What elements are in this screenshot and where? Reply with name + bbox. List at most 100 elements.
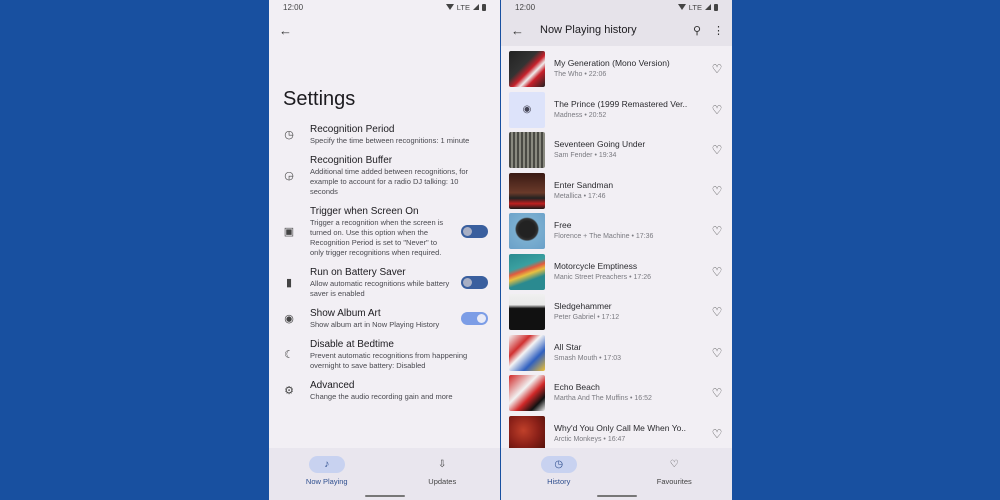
music-note-icon: ♪: [308, 456, 345, 473]
updates-icon: ⇩: [438, 459, 447, 470]
favourite-heart-icon[interactable]: ♡: [710, 143, 724, 157]
setting-title: Run on Battery Saver: [310, 267, 406, 278]
track-time: 17:36: [635, 233, 654, 241]
gear-icon: ⚙: [284, 385, 294, 397]
track-title: The Prince (1999 Remastered Ver..: [554, 98, 688, 109]
setting-description: Prevent automatic recognitions from happ…: [310, 351, 468, 370]
favourite-heart-icon[interactable]: ♡: [710, 184, 724, 198]
favourite-heart-icon[interactable]: ♡: [710, 62, 724, 76]
track-list-item[interactable]: Seventeen Going Under Sam Fender • 19:34…: [501, 130, 732, 171]
battery-status-icon: [482, 3, 486, 11]
favourite-heart-icon[interactable]: ♡: [710, 386, 724, 400]
track-subtitle: Peter Gabriel • 17:12: [554, 314, 620, 322]
track-time: 17:12: [601, 314, 620, 322]
track-time: 17:26: [633, 273, 652, 281]
track-subtitle: Arctic Monkeys • 16:47: [554, 435, 626, 443]
track-list-item[interactable]: Free Florence + The Machine • 17:36 ♡: [501, 211, 732, 252]
setting-recognition-period[interactable]: ◷ Recognition Period Specify the time be…: [269, 123, 500, 146]
nav-item-updates[interactable]: ⇩ Updates: [385, 448, 501, 500]
nav-item-now-playing[interactable]: ♪ Now Playing: [269, 448, 385, 500]
track-artist: Smash Mouth: [554, 354, 598, 362]
album-art: [509, 375, 545, 412]
album-art: [509, 51, 545, 88]
track-list-item[interactable]: ◉ The Prince (1999 Remastered Ver.. Madn…: [501, 90, 732, 131]
favourite-heart-icon[interactable]: ♡: [710, 265, 724, 279]
nav-item-favourites[interactable]: ♡ Favourites: [617, 448, 733, 500]
track-list-item[interactable]: Sledgehammer Peter Gabriel • 17:12 ♡: [501, 292, 732, 333]
track-artist: Manic Street Preachers: [554, 273, 628, 281]
search-icon[interactable]: ⚲: [693, 24, 701, 37]
track-subtitle: Metallica • 17:46: [554, 192, 606, 200]
clock-plus-icon: ◶: [284, 170, 294, 182]
screen-icon: ▣: [283, 226, 295, 238]
track-time: 16:47: [607, 435, 626, 443]
nav-label: Favourites: [656, 477, 692, 486]
more-options-icon[interactable]: ⋮: [713, 24, 724, 37]
moon-icon: ☾: [284, 349, 294, 361]
setting-title: Recognition Buffer: [310, 155, 393, 166]
wifi-icon: [677, 4, 686, 10]
toggle-switch[interactable]: [461, 225, 488, 238]
track-time: 19:34: [598, 152, 617, 160]
track-title: Why'd You Only Call Me When Yo..: [554, 422, 687, 433]
favourite-heart-icon[interactable]: ♡: [710, 224, 724, 238]
toggle-switch[interactable]: [461, 312, 488, 325]
track-time: 20:52: [588, 111, 607, 119]
history-icon: ◷: [540, 456, 577, 473]
track-title: Seventeen Going Under: [554, 139, 646, 150]
heart-outline-icon: ♡: [669, 459, 679, 470]
favourite-heart-icon[interactable]: ♡: [710, 103, 724, 117]
home-indicator[interactable]: [596, 495, 637, 497]
track-list-item[interactable]: All Star Smash Mouth • 17:03 ♡: [501, 333, 732, 374]
setting-description: Change the audio recording gain and more: [310, 392, 453, 401]
track-subtitle: Sam Fender • 19:34: [554, 152, 617, 160]
nav-label: History: [547, 477, 571, 486]
app-bar: ← Now Playing history ⚲ ⋮: [501, 14, 732, 46]
track-subtitle: The Who • 22:06: [554, 71, 607, 79]
setting-description: Additional time added between recognitio…: [310, 167, 469, 196]
toggle-switch[interactable]: [461, 276, 488, 289]
wifi-icon: [445, 4, 454, 10]
track-list-item[interactable]: Echo Beach Martha And The Muffins • 16:5…: [501, 373, 732, 414]
track-artist: Arctic Monkeys: [554, 435, 602, 443]
back-arrow-icon[interactable]: ←: [511, 23, 524, 38]
page-title: Now Playing history: [540, 24, 637, 36]
track-time: 17:46: [587, 192, 606, 200]
setting-recognition-buffer[interactable]: ◶ Recognition Buffer Additional time add…: [269, 154, 500, 197]
nav-label: Now Playing: [305, 477, 348, 486]
setting-show-album-art[interactable]: ◉ Show Album Art Show album art in Now P…: [269, 307, 500, 330]
track-title: Free: [554, 220, 572, 231]
track-artist: Peter Gabriel: [554, 314, 596, 322]
track-title: Enter Sandman: [554, 179, 614, 190]
setting-run-on-battery-saver[interactable]: ▮ Run on Battery Saver Allow automatic r…: [269, 266, 500, 299]
track-subtitle: Florence + The Machine • 17:36: [554, 233, 654, 241]
back-arrow-icon[interactable]: ←: [279, 23, 292, 38]
track-list-item[interactable]: My Generation (Mono Version) The Who • 2…: [501, 49, 732, 90]
setting-description: Specify the time between recognitions: 1…: [310, 136, 470, 145]
favourite-heart-icon[interactable]: ♡: [710, 346, 724, 360]
album-icon: ◉: [284, 313, 294, 325]
favourite-heart-icon[interactable]: ♡: [710, 305, 724, 319]
track-subtitle: Smash Mouth • 17:03: [554, 354, 622, 362]
home-indicator[interactable]: [364, 495, 405, 497]
album-art: [509, 334, 545, 371]
setting-disable-at-bedtime[interactable]: ☾ Disable at Bedtime Prevent automatic r…: [269, 338, 500, 371]
track-title: All Star: [554, 341, 582, 352]
favourite-heart-icon[interactable]: ♡: [710, 427, 724, 441]
signal-icon: [473, 4, 479, 10]
track-title: Echo Beach: [554, 382, 600, 393]
track-list-item[interactable]: Motorcycle Emptiness Manic Street Preach…: [501, 252, 732, 293]
clock-icon: ◷: [284, 129, 294, 141]
track-time: 17:03: [603, 354, 622, 362]
nav-item-history[interactable]: ◷ History: [501, 448, 617, 500]
toggle-knob: [463, 278, 472, 287]
album-art: [509, 253, 545, 290]
track-time: 16:52: [634, 395, 652, 403]
album-art: [509, 294, 545, 331]
bottom-navigation: ◷ History ♡ Favourites: [501, 448, 732, 500]
setting-advanced[interactable]: ⚙ Advanced Change the audio recording ga…: [269, 379, 500, 402]
album-art: [509, 172, 545, 209]
track-list-item[interactable]: Enter Sandman Metallica • 17:46 ♡: [501, 171, 732, 212]
album-art: [509, 132, 545, 169]
setting-trigger-when-screen-on[interactable]: ▣ Trigger when Screen On Trigger a recog…: [269, 205, 500, 258]
